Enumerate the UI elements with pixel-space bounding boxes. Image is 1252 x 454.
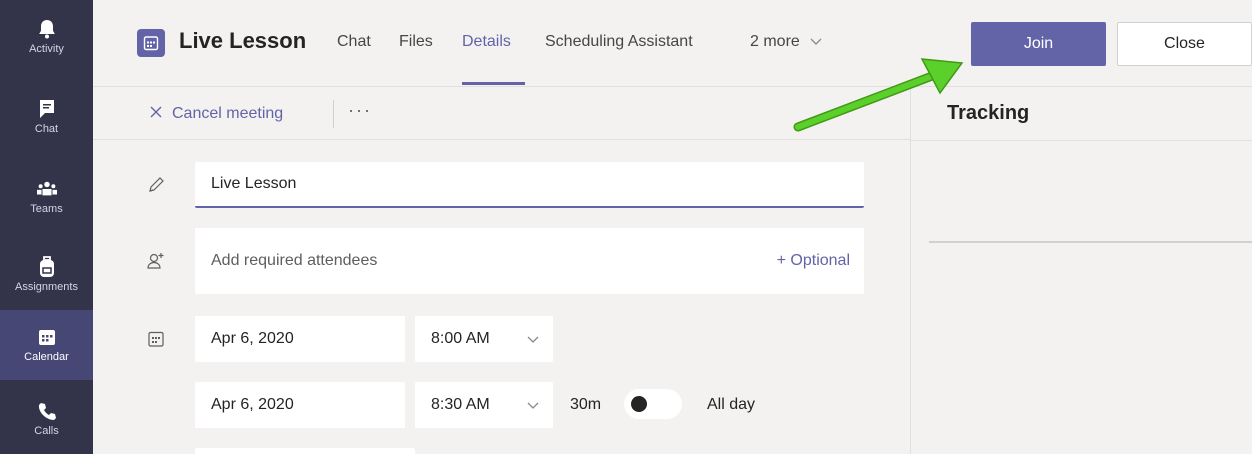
rail-item-chat[interactable]: Chat [0,82,93,152]
rail-label: Calls [34,425,59,437]
more-options-button[interactable]: ··· [348,100,372,121]
tab-more[interactable]: 2 more [750,33,822,51]
all-day-toggle[interactable] [624,389,682,419]
join-button[interactable]: Join [971,22,1106,66]
meeting-title: Live Lesson [179,28,307,53]
teams-icon [36,179,57,199]
optional-attendees-link[interactable]: + Optional [777,252,850,270]
attendees-input[interactable]: Add required attendees + Optional [195,228,864,294]
end-time-value: 8:30 AM [431,396,490,413]
start-time-value: 8:00 AM [431,330,490,347]
rail-item-activity[interactable]: Activity [0,2,93,72]
active-tab-indicator [462,82,525,85]
rail-item-assignments[interactable]: Assignments [0,240,93,310]
rail-label: Calendar [24,351,69,363]
close-icon [150,105,162,123]
tracking-divider [929,241,1252,243]
chevron-down-icon [527,331,539,349]
tab-details[interactable]: Details [462,33,511,51]
app-rail: Activity Chat Teams Assignments Calendar… [0,0,93,454]
title-input[interactable]: Live Lesson [195,162,864,208]
chat-icon [37,99,57,119]
tracking-pane: Tracking [910,88,1252,454]
rail-label: Assignments [15,281,78,293]
rail-label: Chat [34,123,59,135]
rail-item-calls[interactable]: Calls [0,384,93,454]
tab-files[interactable]: Files [399,33,433,51]
cancel-meeting-button[interactable]: Cancel meeting [150,105,283,123]
chevron-down-icon [527,397,539,415]
tab-more-label: 2 more [750,33,800,50]
repeat-field[interactable] [195,448,415,454]
pencil-icon [145,174,167,196]
rail-item-calendar[interactable]: Calendar [0,310,93,380]
attendees-placeholder: Add required attendees [211,252,378,269]
close-button[interactable]: Close [1117,22,1252,66]
calendar-icon [37,327,57,347]
cancel-meeting-label: Cancel meeting [172,105,284,122]
meeting-header: Live Lesson Chat Files Details Schedulin… [93,0,1252,87]
add-person-icon [145,250,167,272]
calendar-icon [145,328,167,350]
start-date-input[interactable]: Apr 6, 2020 [195,316,405,362]
rail-label: Teams [30,203,63,215]
end-time-select[interactable]: 8:30 AM [415,382,553,428]
rail-label: Activity [29,43,64,55]
tab-scheduling-assistant[interactable]: Scheduling Assistant [545,33,693,51]
calendar-icon [137,29,165,57]
start-time-select[interactable]: 8:00 AM [415,316,553,362]
toolbar-divider [333,100,334,128]
end-date-input[interactable]: Apr 6, 2020 [195,382,405,428]
meeting-toolbar: Cancel meeting ··· [93,88,910,140]
all-day-label: All day [707,396,756,413]
annotation-arrow [793,58,964,132]
phone-icon [37,401,57,421]
chevron-down-icon [810,33,822,51]
bell-icon [37,19,57,39]
backpack-icon [37,256,57,277]
tracking-divider [911,140,1252,141]
duration-label: 30m [570,396,602,413]
rail-item-teams[interactable]: Teams [0,162,93,232]
tab-chat[interactable]: Chat [337,33,371,51]
toggle-knob [631,396,647,412]
